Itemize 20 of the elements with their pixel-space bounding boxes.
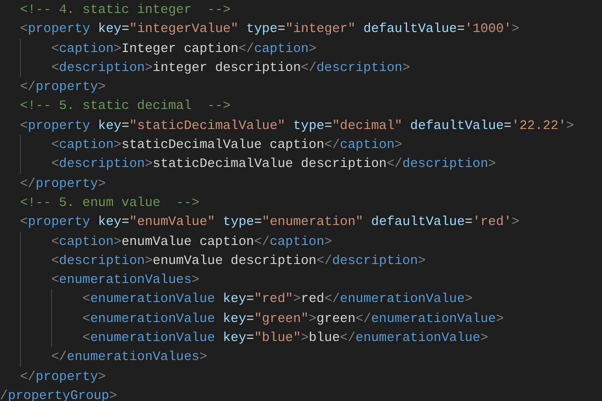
code-line: <caption>staticDecimalValue caption</caption> — [51, 136, 402, 154]
code-line: <property key="integerValue" type="integer" defaultValue='1000'> — [20, 20, 520, 38]
code-line: <caption>enumValue caption</caption> — [51, 232, 332, 251]
code-line: <property key="enumValue" type="enumeration" defaultValue='red'> — [20, 213, 520, 232]
code-line: <enumerationValue key="green">green</enumerationValue> — [82, 310, 504, 328]
code-line: <!-- 4. static integer --> — [20, 1, 231, 19]
code-line: <enumerationValue key="blue">blue</enumerationValue> — [82, 329, 488, 348]
code-line: <enumerationValue key="red">red</enumerationValue> — [82, 290, 473, 308]
code-line: </enumerationValues> — [51, 348, 208, 366]
code-line: <caption>Integer caption</caption> — [51, 40, 316, 58]
code-line: </property> — [20, 174, 106, 193]
code-line: <!-- 5. static decimal --> — [20, 97, 231, 116]
code-line: <!-- 5. enum value --> — [20, 194, 200, 212]
code-line: <description>staticDecimalValue description</description> — [51, 155, 496, 174]
code-line: <description>integer description</description> — [51, 58, 410, 77]
code-line: <enumerationValues> — [51, 271, 200, 290]
code-line: <property key="staticDecimalValue" type="decimal" defaultValue='22.22'> — [20, 116, 574, 135]
code-line: </property> — [20, 368, 106, 386]
code-line: </property> — [20, 78, 106, 96]
code-line: <description>enumValue description</description> — [51, 252, 426, 270]
